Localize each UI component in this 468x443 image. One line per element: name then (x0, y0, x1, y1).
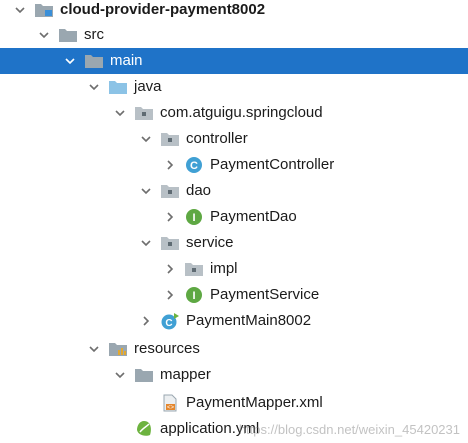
module-folder-icon (34, 1, 54, 19)
xml-file-icon: <> (160, 394, 180, 412)
tree-item-label: src (84, 26, 104, 43)
tree-item-label: resources (134, 340, 200, 357)
tree-item[interactable]: controller (0, 126, 468, 152)
chevron-right-icon[interactable] (162, 157, 178, 173)
tree-item-label: PaymentDao (210, 208, 297, 225)
tree-item-label: impl (210, 260, 238, 277)
tree-item-label: cloud-provider-payment8002 (60, 1, 266, 18)
tree-item[interactable]: <> PaymentMapper.xml (0, 390, 468, 416)
watermark: https://blog.csdn.net/weixin_45420231 (238, 422, 460, 437)
tree-item-label: mapper (160, 366, 211, 383)
tree-item[interactable]: java (0, 74, 468, 100)
project-tree: cloud-provider-payment8002 src main java com… (0, 0, 468, 443)
tree-item[interactable]: com.atguigu.springcloud (0, 100, 468, 126)
package-icon (160, 182, 180, 200)
interface-icon: I (184, 208, 204, 226)
tree-item[interactable]: service (0, 230, 468, 256)
chevron-right-icon[interactable] (162, 287, 178, 303)
svg-text:I: I (192, 212, 195, 224)
chevron-down-icon[interactable] (112, 105, 128, 121)
svg-text:C: C (165, 318, 172, 329)
chevron-down-icon[interactable] (86, 79, 102, 95)
tree-item[interactable]: impl (0, 256, 468, 282)
tree-item[interactable]: C PaymentMain8002 (0, 308, 468, 334)
tree-item[interactable]: main (0, 48, 468, 74)
tree-item-label: main (110, 52, 143, 69)
svg-text:<>: <> (167, 405, 175, 411)
tree-item[interactable]: I PaymentDao (0, 204, 468, 230)
chevron-down-icon[interactable] (138, 131, 154, 147)
chevron-down-icon[interactable] (62, 53, 78, 69)
chevron-down-icon[interactable] (138, 183, 154, 199)
source-folder-icon (108, 78, 128, 96)
tree-item-label: java (134, 78, 162, 95)
tree-item-label: service (186, 234, 234, 251)
tree-item-label: dao (186, 182, 212, 199)
tree-item-label: PaymentMain8002 (186, 312, 312, 329)
tree-item[interactable]: resources (0, 336, 468, 362)
tree-item-label: PaymentController (210, 156, 335, 173)
yaml-spring-file-icon (134, 420, 154, 438)
tree-item-label: PaymentMapper.xml (186, 394, 323, 411)
tree-item[interactable]: I PaymentService (0, 282, 468, 308)
tree-item[interactable]: src (0, 22, 468, 48)
chevron-down-icon[interactable] (138, 235, 154, 251)
chevron-right-icon[interactable] (138, 313, 154, 329)
chevron-right-icon[interactable] (162, 209, 178, 225)
folder-icon (84, 52, 104, 70)
tree-item[interactable]: C PaymentController (0, 152, 468, 178)
svg-text:I: I (192, 290, 195, 302)
svg-text:C: C (190, 160, 198, 172)
chevron-right-icon[interactable] (162, 261, 178, 277)
folder-icon (134, 366, 154, 384)
tree-item-label: PaymentService (210, 286, 320, 303)
class-icon: C (184, 156, 204, 174)
package-icon (160, 130, 180, 148)
package-icon (160, 234, 180, 252)
chevron-down-icon[interactable] (36, 27, 52, 43)
resources-folder-icon (108, 340, 128, 358)
chevron-down-icon[interactable] (86, 341, 102, 357)
spring-boot-class-icon: C (160, 312, 180, 330)
chevron-down-icon[interactable] (12, 2, 28, 18)
tree-item[interactable]: dao (0, 178, 468, 204)
tree-item[interactable]: cloud-provider-payment8002 (0, 0, 468, 23)
package-icon (184, 260, 204, 278)
tree-item-label: com.atguigu.springcloud (160, 104, 323, 121)
tree-item[interactable]: mapper (0, 362, 468, 388)
folder-icon (58, 26, 78, 44)
chevron-down-icon[interactable] (112, 367, 128, 383)
package-icon (134, 104, 154, 122)
interface-icon: I (184, 286, 204, 304)
tree-item-label: controller (186, 130, 248, 147)
